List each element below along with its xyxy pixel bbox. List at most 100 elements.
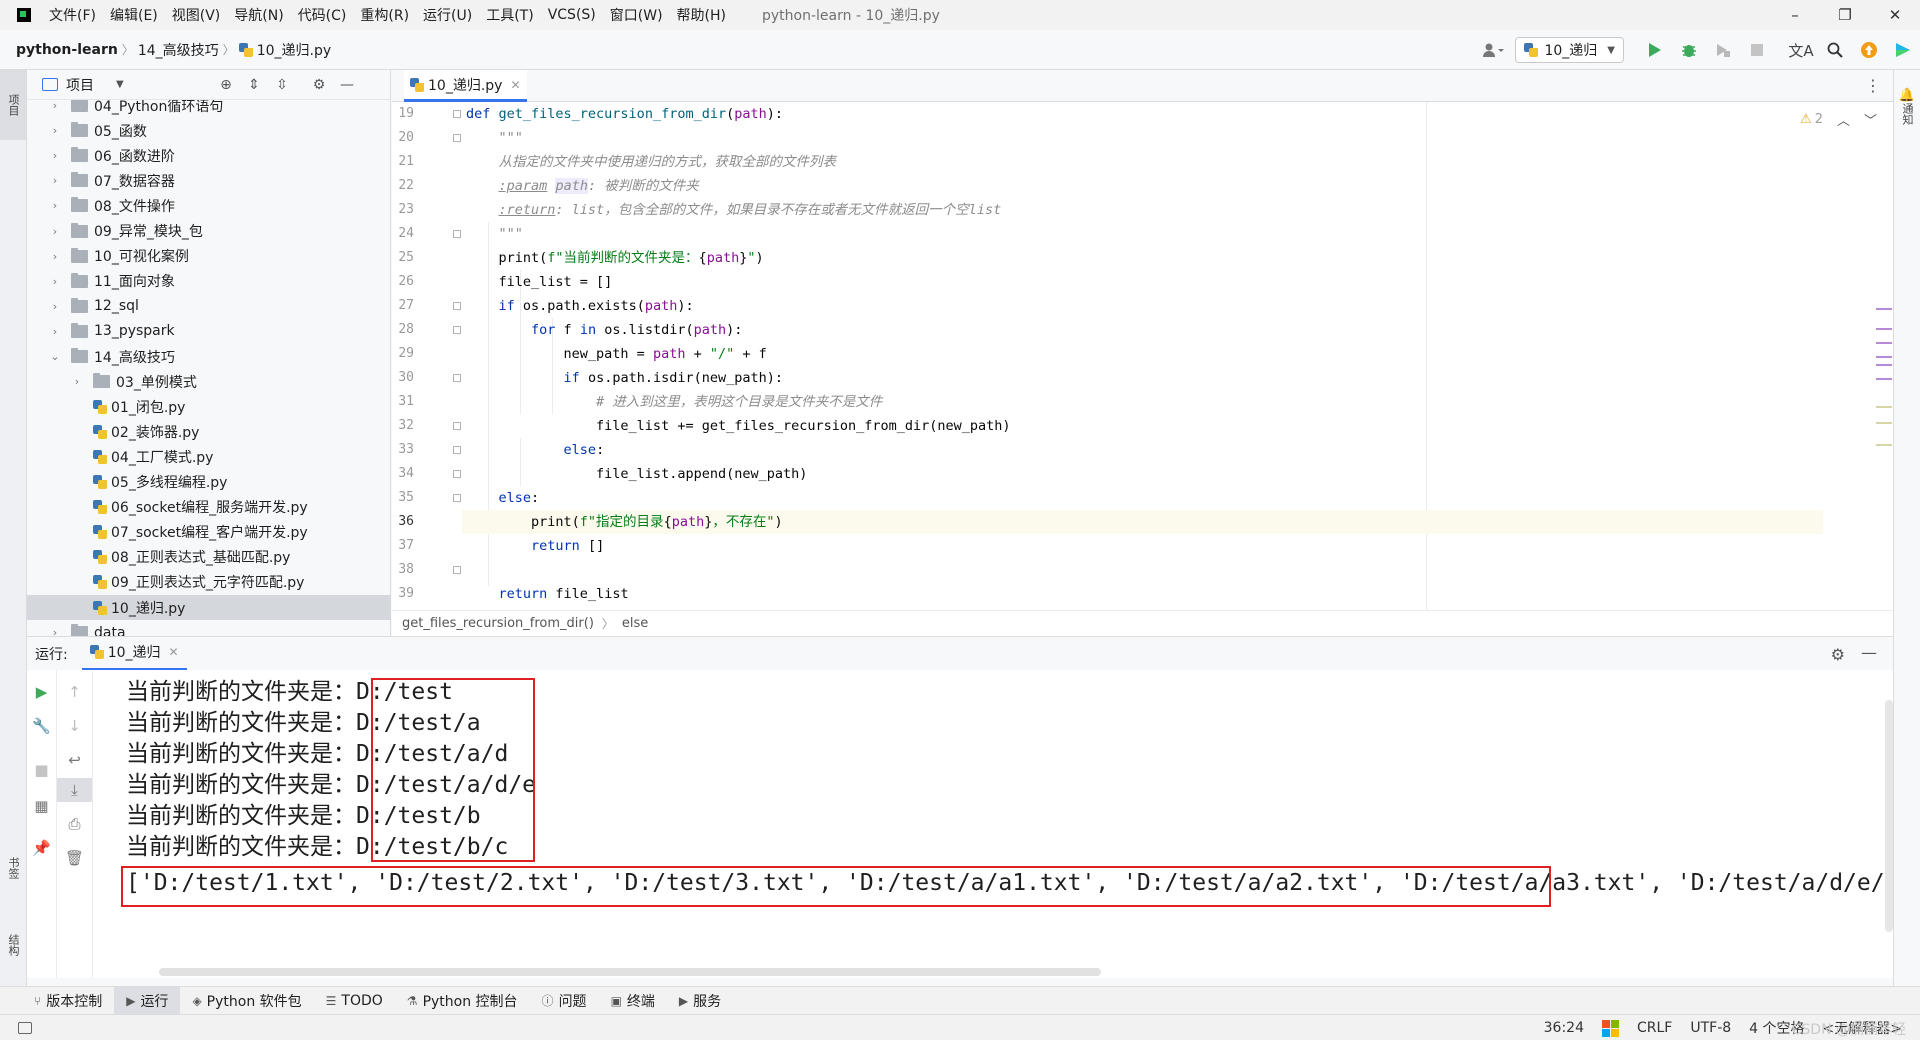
chevron-right-icon[interactable]: ›: [47, 275, 63, 288]
chevron-down-icon[interactable]: ⌄: [47, 350, 63, 363]
wrench-icon[interactable]: 🔧: [27, 714, 56, 738]
breadcrumb-file[interactable]: 10_递归.py: [257, 40, 331, 60]
toolwindow-button[interactable]: ⑂ 版本控制: [22, 987, 114, 1015]
chevron-down-icon[interactable]: ﹀: [1864, 110, 1877, 129]
menu-tools[interactable]: 工具(T): [486, 5, 533, 25]
menu-edit[interactable]: 编辑(E): [110, 5, 158, 25]
soft-wrap-icon[interactable]: ↩: [57, 748, 92, 772]
tree-file[interactable]: 01_闭包.py: [27, 394, 391, 419]
menu-refactor[interactable]: 重构(R): [360, 5, 409, 25]
chevron-right-icon[interactable]: ›: [47, 174, 63, 187]
arrow-down-icon[interactable]: ↓: [57, 714, 92, 738]
tree-folder[interactable]: › 07_数据容器: [27, 168, 391, 193]
tree-file[interactable]: 05_多线程编程.py: [27, 470, 391, 495]
minimize-button[interactable]: –: [1770, 0, 1820, 30]
toolwindow-button[interactable]: ◈ Python 软件包: [180, 987, 313, 1015]
chevron-up-icon[interactable]: ︿: [1837, 110, 1850, 129]
tree-file[interactable]: 04_工厂模式.py: [27, 444, 391, 469]
vertical-scrollbar[interactable]: [1885, 700, 1893, 932]
toolwindow-button[interactable]: ⚗ Python 控制台: [395, 987, 530, 1015]
print-icon[interactable]: ⎙: [57, 812, 92, 836]
tree-file[interactable]: 02_装饰器.py: [27, 419, 391, 444]
toggle-tool-windows-icon[interactable]: [18, 1021, 32, 1034]
scroll-to-end-icon[interactable]: ⤓: [57, 778, 92, 802]
more-options-icon[interactable]: ⋮: [1865, 76, 1881, 95]
coverage-icon[interactable]: [1706, 35, 1740, 65]
caret-position[interactable]: 36:24: [1544, 1020, 1584, 1036]
menu-window[interactable]: 窗口(W): [610, 5, 663, 25]
file-encoding[interactable]: UTF-8: [1690, 1020, 1731, 1036]
chevron-right-icon[interactable]: ›: [47, 250, 63, 263]
run-icon[interactable]: [1638, 35, 1672, 65]
maximize-button[interactable]: ❐: [1820, 0, 1870, 30]
bookmarks-tool-tab[interactable]: 书签: [0, 848, 26, 888]
editor-tab-active[interactable]: 10_递归.py ✕: [404, 70, 527, 102]
tree-file[interactable]: 07_socket编程_客户端开发.py: [27, 520, 391, 545]
tree-file[interactable]: 06_socket编程_服务端开发.py: [27, 495, 391, 520]
gear-icon[interactable]: ⚙: [1831, 645, 1845, 664]
close-tab-icon[interactable]: ✕: [169, 645, 179, 659]
structure-tool-tab[interactable]: 结构: [0, 925, 26, 965]
chevron-right-icon[interactable]: ›: [47, 124, 63, 137]
console-output[interactable]: 当前判断的文件夹是：D:/test 当前判断的文件夹是：D:/test/a 当前判断…: [93, 670, 1893, 978]
code-breadcrumb-function[interactable]: get_files_recursion_from_dir(): [402, 616, 594, 631]
menu-vcs[interactable]: VCS(S): [548, 7, 596, 23]
menu-view[interactable]: 视图(V): [172, 5, 221, 25]
run-tab[interactable]: 10_递归 ✕: [81, 637, 187, 671]
toolwindow-button[interactable]: ▶ 服务: [667, 987, 733, 1015]
tree-folder[interactable]: › 06_函数进阶: [27, 143, 391, 168]
tree-file[interactable]: 10_递归.py: [27, 595, 391, 620]
toolwindow-button[interactable]: ▶ 运行: [114, 986, 181, 1015]
layout-icon[interactable]: ▦: [27, 794, 56, 818]
tree-folder[interactable]: › 10_可视化案例: [27, 244, 391, 269]
rerun-icon[interactable]: ▶: [27, 680, 56, 704]
chevron-right-icon[interactable]: ›: [47, 199, 63, 212]
pin-icon[interactable]: 📌: [27, 836, 56, 860]
menu-run[interactable]: 运行(U): [423, 5, 472, 25]
inspection-widget[interactable]: ⚠ 2 ︿ ﹀: [1800, 110, 1877, 129]
hide-panel-icon[interactable]: —: [1861, 643, 1877, 662]
line-separator[interactable]: CRLF: [1637, 1020, 1672, 1036]
jetbrains-logo-icon[interactable]: [1886, 35, 1920, 65]
tree-folder[interactable]: › 13_pyspark: [27, 319, 391, 344]
search-icon[interactable]: [1818, 35, 1852, 65]
horizontal-scrollbar[interactable]: [159, 968, 1101, 976]
tree-folder[interactable]: › 04_Python循环语句: [27, 100, 391, 118]
tree-folder[interactable]: › 09_异常_模块_包: [27, 219, 391, 244]
project-tool-tab[interactable]: 项目: [0, 70, 26, 140]
project-view-select[interactable]: 项目: [66, 75, 94, 95]
stop-icon[interactable]: [1740, 35, 1774, 65]
chevron-right-icon[interactable]: ›: [47, 100, 63, 112]
tree-folder[interactable]: › 11_面向对象: [27, 269, 391, 294]
debug-icon[interactable]: [1672, 35, 1706, 65]
chevron-right-icon[interactable]: ›: [47, 149, 63, 162]
expand-all-icon[interactable]: ⇕: [244, 75, 264, 95]
tree-folder[interactable]: › 08_文件操作: [27, 193, 391, 218]
run-configuration-select[interactable]: 10_递归 ▼: [1515, 37, 1624, 63]
update-icon[interactable]: [1852, 35, 1886, 65]
chevron-right-icon[interactable]: ›: [47, 325, 63, 338]
chevron-right-icon[interactable]: ›: [47, 225, 63, 238]
tree-file[interactable]: 08_正则表达式_基础匹配.py: [27, 545, 391, 570]
translate-icon[interactable]: 文A: [1784, 35, 1818, 65]
collapse-all-icon[interactable]: ⇳: [272, 75, 292, 95]
menu-file[interactable]: 文件(F): [49, 5, 96, 25]
menu-navigate[interactable]: 导航(N): [234, 5, 283, 25]
code-editor[interactable]: 19 20 21 22 23 24 25 26 27 28 29 30 31 32 33 34 35 36 37 38…: [392, 102, 1893, 610]
toolwindow-button[interactable]: ⓘ 问题: [530, 987, 599, 1015]
chevron-down-icon[interactable]: ▼: [116, 79, 124, 90]
gear-icon[interactable]: ⚙: [309, 75, 329, 95]
toolwindow-button[interactable]: ▣ 终端: [599, 987, 667, 1015]
tree-file[interactable]: 09_正则表达式_元字符匹配.py: [27, 570, 391, 595]
arrow-up-icon[interactable]: ↑: [57, 680, 92, 704]
notifications-tool-tab[interactable]: 🔔 通知: [1894, 76, 1920, 136]
tree-folder[interactable]: › data: [27, 620, 391, 636]
stop-icon[interactable]: ■: [27, 758, 56, 782]
close-tab-icon[interactable]: ✕: [510, 78, 520, 92]
breadcrumb-project[interactable]: python-learn: [16, 42, 118, 58]
chevron-right-icon[interactable]: ›: [47, 300, 63, 313]
trash-icon[interactable]: 🗑: [57, 846, 92, 870]
menu-code[interactable]: 代码(C): [298, 5, 347, 25]
toolwindow-button[interactable]: ☰ TODO: [314, 987, 395, 1015]
menu-help[interactable]: 帮助(H): [677, 5, 726, 25]
